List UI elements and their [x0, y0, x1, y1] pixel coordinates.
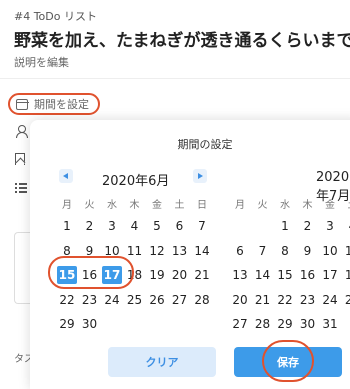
calendar-day[interactable]: 27 — [170, 291, 190, 309]
calendar-day[interactable]: 30 — [80, 315, 100, 333]
calendar-day[interactable]: 24 — [102, 291, 122, 309]
calendar-day[interactable]: 11 — [343, 242, 350, 260]
calendar-day[interactable]: 16 — [298, 266, 318, 284]
calendar-day[interactable]: 21 — [253, 291, 273, 309]
calendar-day[interactable]: 20 — [230, 291, 250, 309]
calendar-day[interactable]: 1 — [57, 217, 77, 235]
set-period-button[interactable]: 期間を設定 — [8, 93, 100, 115]
calendar-day[interactable]: 10 — [320, 242, 340, 260]
edit-description-link[interactable]: 説明を編集 — [14, 54, 69, 70]
calendar-day[interactable]: 13 — [170, 242, 190, 260]
calendar-day[interactable]: 17 — [320, 266, 340, 284]
weekday-label: 土 — [174, 200, 185, 211]
task-detail-page: #4 ToDo リスト 野菜を加え、たまねぎが透き通るくらいまで 説明を編集 期… — [0, 0, 350, 389]
calendar-day[interactable]: 4 — [125, 217, 145, 235]
calendar-day[interactable]: 22 — [57, 291, 77, 309]
calendar-day[interactable]: 19 — [147, 266, 167, 284]
calendar-day[interactable]: 2 — [80, 217, 100, 235]
save-button[interactable]: 保存 — [234, 347, 342, 377]
set-period-label: 期間を設定 — [34, 98, 89, 111]
task-title[interactable]: 野菜を加え、たまねぎが透き通るくらいまで — [14, 26, 350, 51]
calendar-day[interactable]: 8 — [275, 242, 295, 260]
breadcrumb[interactable]: #4 ToDo リスト — [14, 8, 97, 24]
weekday-label: 月 — [235, 200, 245, 211]
calendar-day[interactable]: 18 — [125, 266, 145, 284]
calendar-day[interactable]: 29 — [275, 315, 295, 333]
calendar-day[interactable]: 16 — [80, 266, 100, 284]
weekday-label: 月 — [62, 200, 72, 211]
calendar-day[interactable]: 17 — [102, 266, 122, 284]
calendar-day[interactable]: 24 — [320, 291, 340, 309]
next-month-button[interactable] — [193, 169, 207, 183]
calendar-day[interactable]: 23 — [298, 291, 318, 309]
calendar-day[interactable]: 26 — [147, 291, 167, 309]
calendar-day[interactable]: 14 — [192, 242, 212, 260]
calendar-day[interactable]: 2 — [298, 217, 318, 235]
calendar-day[interactable]: 30 — [298, 315, 318, 333]
weekday-label: 火 — [84, 200, 95, 211]
weekday-label: 木 — [302, 200, 313, 211]
calendar-day[interactable]: 6 — [230, 242, 250, 260]
weekday-label: 土 — [343, 196, 350, 211]
calendar-day[interactable]: 29 — [57, 315, 77, 333]
calendar-day[interactable]: 3 — [320, 217, 340, 235]
calendar-day[interactable]: 21 — [192, 266, 212, 284]
calendar-day[interactable]: 11 — [125, 242, 145, 260]
calendar-day[interactable]: 4 — [343, 217, 350, 235]
calendar-day[interactable]: 22 — [275, 291, 295, 309]
weekday-label: 木 — [129, 200, 140, 211]
calendar-day[interactable]: 7 — [253, 242, 273, 260]
weekday-label: 金 — [325, 200, 335, 211]
divider — [0, 78, 350, 79]
calendar-day[interactable]: 1 — [275, 217, 295, 235]
calendar-icon — [15, 98, 29, 110]
picker-title: 期間の設定 — [177, 138, 233, 151]
bookmark-icon[interactable] — [15, 153, 25, 165]
calendar-day[interactable]: 5 — [147, 217, 167, 235]
calendar-day[interactable]: 25 — [125, 291, 145, 309]
calendar-day[interactable]: 15 — [57, 266, 77, 284]
list-icon[interactable] — [15, 181, 27, 193]
calendar-day[interactable]: 8 — [57, 242, 77, 260]
calendar-day[interactable]: 27 — [230, 315, 250, 333]
calendar-day[interactable]: 18 — [343, 266, 350, 284]
calendar-day[interactable]: 12 — [147, 242, 167, 260]
calendar-day[interactable]: 10 — [102, 242, 122, 260]
weekday-label: 日 — [197, 200, 207, 211]
calendar-day[interactable]: 13 — [230, 266, 250, 284]
prev-month-button[interactable] — [59, 169, 73, 183]
weekday-label: 火 — [257, 200, 268, 211]
calendar-day[interactable]: 31 — [320, 315, 340, 333]
user-icon[interactable] — [15, 125, 28, 138]
calendar-day[interactable]: 28 — [253, 315, 273, 333]
calendar-day[interactable]: 15 — [275, 266, 295, 284]
calendar-day[interactable]: 3 — [102, 217, 122, 235]
weekday-label: 水 — [107, 200, 117, 211]
weekday-label: 金 — [152, 200, 162, 211]
calendar-day[interactable]: 9 — [80, 242, 100, 260]
clear-button[interactable]: クリア — [108, 347, 216, 377]
weekday-label: 水 — [280, 200, 290, 211]
month-header-left: 2020年6月 — [102, 174, 170, 189]
calendar-day[interactable]: 25 — [343, 291, 350, 309]
calendar-day[interactable]: 6 — [170, 217, 190, 235]
calendar-day[interactable]: 20 — [170, 266, 190, 284]
calendar-day[interactable]: 7 — [192, 217, 212, 235]
calendar-day[interactable]: 14 — [253, 266, 273, 284]
calendar-day[interactable]: 23 — [80, 291, 100, 309]
calendar-day[interactable]: 9 — [298, 242, 318, 260]
calendar-day[interactable]: 28 — [192, 291, 212, 309]
